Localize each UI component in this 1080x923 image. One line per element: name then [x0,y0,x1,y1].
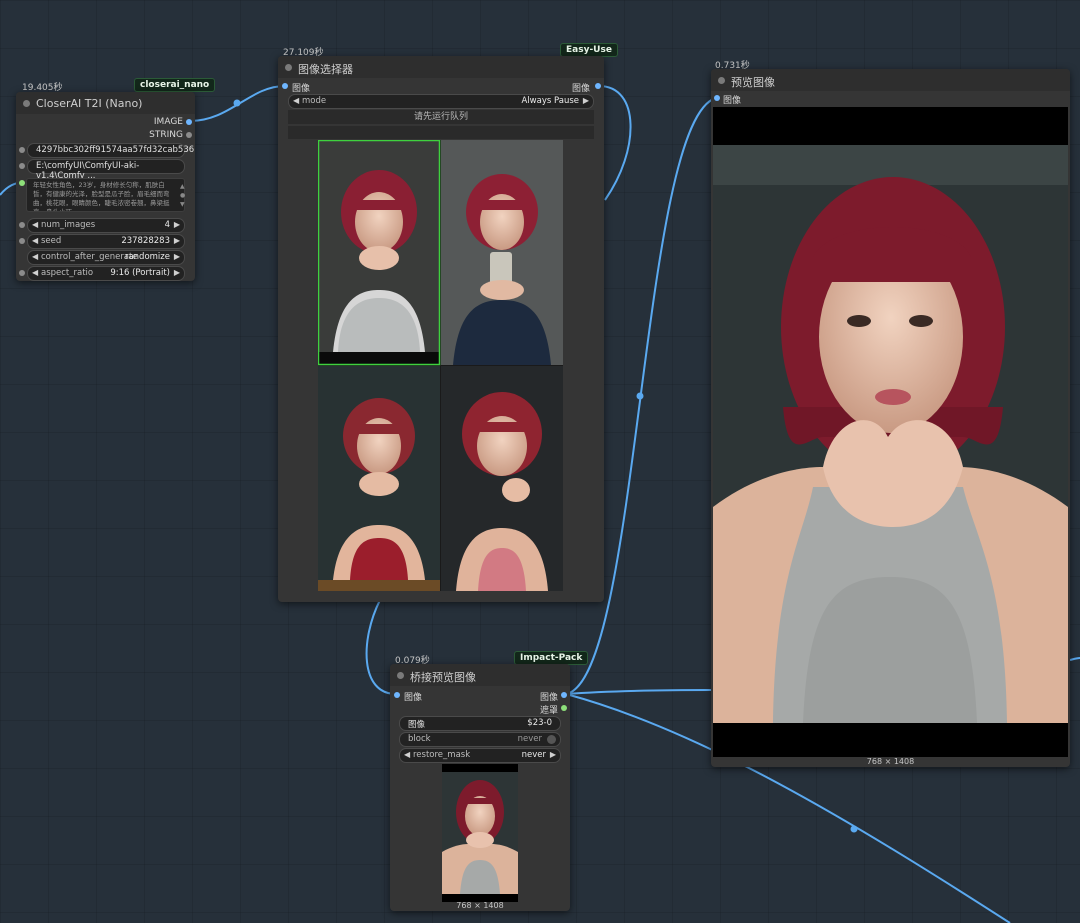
node-title-bar[interactable]: CloserAI T2I (Nano) [16,92,195,114]
prompt-textarea[interactable]: 年轻女性角色，23岁，身材修长匀称，肌肤白皙，有健康的光泽，脸型是瓜子脸，眉毛细… [26,178,185,212]
input-path-slot[interactable] [19,163,25,169]
increment-icon: ▶ [173,220,180,229]
preview-image[interactable] [713,107,1068,757]
node-title: 预览图像 [731,76,775,89]
output-image-slot[interactable] [561,692,567,698]
node-badge: Easy-Use [560,43,618,57]
mode-widget[interactable]: ◀ mode Always Pause ▶ [288,94,594,109]
collapse-dot-icon[interactable] [718,77,725,84]
grid-image-1 [318,140,440,365]
empty-bar [288,126,594,139]
input-image-label: 图像 [723,96,742,106]
block-toggle[interactable]: block never [399,732,561,747]
collapse-dot-icon[interactable] [397,672,404,679]
grid-image-4 [441,366,563,591]
decrement-icon: ◀ [293,96,300,105]
grid-image-2 [441,140,563,365]
increment-icon: ▶ [173,252,180,261]
input-api-key-slot[interactable] [19,147,25,153]
node-title: 图像选择器 [298,63,353,76]
node-badge: closerai_nano [134,78,216,92]
input-prompt-slot[interactable] [19,180,25,186]
input-image-slot[interactable] [282,83,288,89]
input-num-images-slot[interactable] [19,222,25,228]
api-key-field[interactable]: 4297bbc302ff91574aa57fd32cab536 ... [27,143,194,165]
generated-images[interactable] [318,140,563,591]
node-title: CloserAI T2I (Nano) [36,97,143,110]
bridge-preview-image[interactable] [442,764,518,902]
input-image-slot[interactable] [394,692,400,698]
decrement-icon: ◀ [32,268,39,277]
output-string-slot[interactable] [186,132,192,138]
image-dimensions: 768 × 1408 [456,901,504,910]
output-string-label: STRING [149,130,183,140]
output-image-slot[interactable] [595,83,601,89]
output-mask-label: 遮罩 [539,706,558,716]
output-image-label: 图像 [539,693,558,703]
increment-icon: ▶ [582,96,589,105]
image-ref-widget[interactable]: 图像 $23-0 [399,716,561,731]
aspect-ratio-widget[interactable]: ◀ aspect_ratio 9:16 (Portrait) ▶ [27,266,185,281]
increment-icon: ▶ [173,236,180,245]
increment-icon: ▶ [549,750,556,759]
decrement-icon: ◀ [32,252,39,261]
run-queue-hint: 请先运行队列 [288,110,594,124]
restore-mask-widget[interactable]: ◀ restore_mask never ▶ [399,748,561,763]
closerai-t2i-node[interactable]: CloserAI T2I (Nano) IMAGE STRING 4297bbc… [16,92,195,281]
textarea-scroll-controls[interactable]: ▲ ● ▼ [180,182,185,209]
node-badge: Impact-Pack [514,651,589,665]
input-seed-slot[interactable] [19,238,25,244]
seed-widget[interactable]: ◀ seed 237828283 ▶ [27,234,185,249]
node-title-bar[interactable]: 桥接预览图像 [390,664,570,686]
decrement-icon: ◀ [404,750,411,759]
decrement-icon: ◀ [32,236,39,245]
input-image-label: 图像 [404,693,423,703]
num-images-widget[interactable]: ◀ num_images 4 ▶ [27,218,185,233]
decrement-icon: ◀ [32,220,39,229]
control-after-generate-widget[interactable]: ◀ control_after_generate randomize ▶ [27,250,185,265]
output-image-label: IMAGE [153,117,183,127]
input-image-slot[interactable] [714,95,720,101]
path-field[interactable]: E:\comfyUI\ComfyUI-aki-v1.4\Comfy ... [27,159,185,181]
output-image-slot[interactable] [186,119,192,125]
collapse-dot-icon[interactable] [23,100,30,107]
toggle-knob-icon[interactable] [547,735,556,744]
input-aspect-ratio-slot[interactable] [19,270,25,276]
increment-icon: ▶ [173,268,180,277]
output-image-label: 图像 [571,84,590,94]
grid-image-3 [318,366,440,591]
image-dimensions: 768 × 1408 [866,757,915,766]
image-selector-node[interactable]: 图像选择器 图像 图像 ◀ mode Always Pause ▶ 请先运行队列 [278,56,604,602]
bridge-preview-node[interactable]: 桥接预览图像 图像 图像 遮罩 图像 $23-0 block never ◀ rest… [390,664,570,911]
preview-image-node[interactable]: 预览图像 图像 768 × 1408 [711,69,1070,767]
collapse-dot-icon[interactable] [285,64,292,71]
node-title-bar[interactable]: 预览图像 [711,69,1070,91]
node-title-bar[interactable]: 图像选择器 [278,56,604,78]
node-title: 桥接预览图像 [410,671,476,684]
output-mask-slot[interactable] [561,705,567,711]
image-grid [318,140,563,591]
input-image-label: 图像 [292,84,311,94]
